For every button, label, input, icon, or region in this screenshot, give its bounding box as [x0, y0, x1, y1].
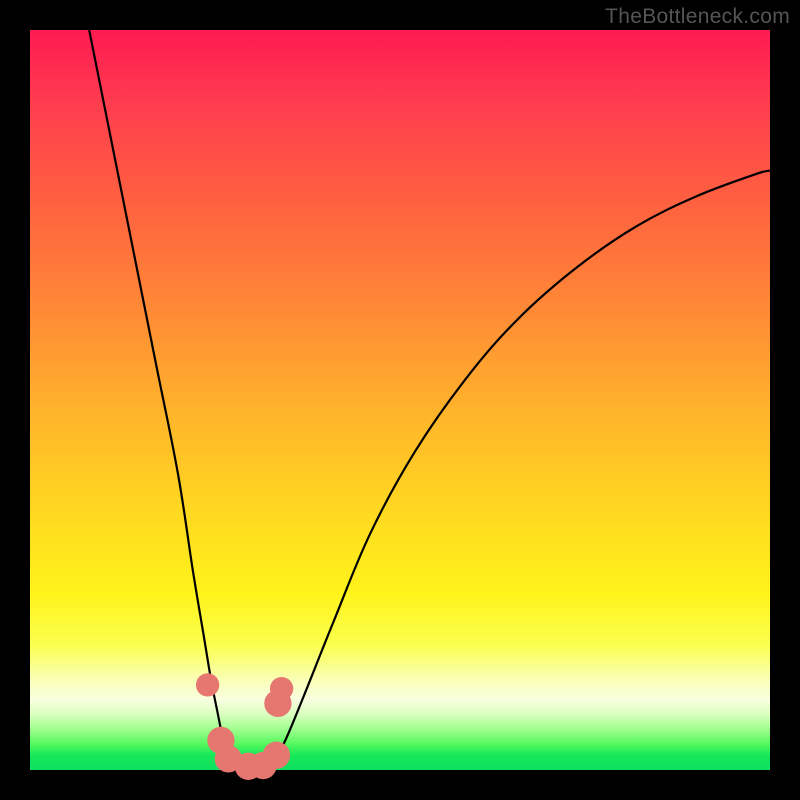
watermark-text: TheBottleneck.com: [605, 5, 790, 29]
bottleneck-curve: [89, 30, 770, 768]
curve-layer: [30, 30, 770, 770]
chart-frame: TheBottleneck.com: [0, 0, 800, 800]
plot-area: [30, 30, 770, 770]
data-marker: [196, 673, 219, 696]
data-markers: [196, 673, 293, 780]
data-marker: [263, 742, 290, 769]
data-marker: [270, 677, 293, 700]
